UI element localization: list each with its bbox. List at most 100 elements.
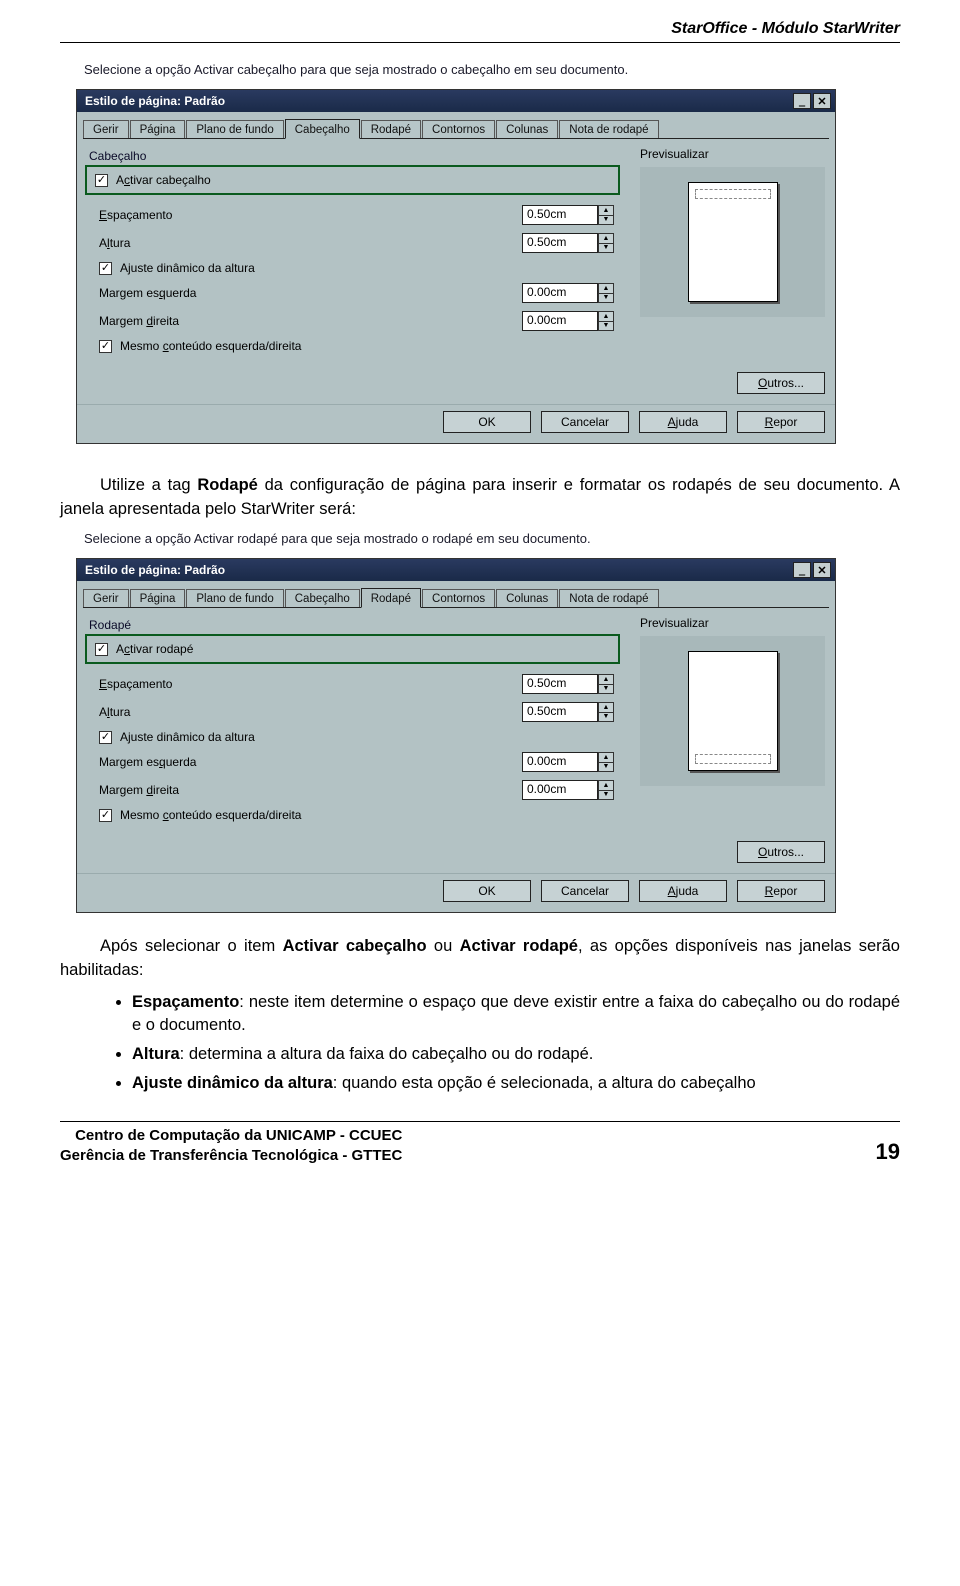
footer-line1: Centro de Computação da UNICAMP - CCUEC: [60, 1126, 402, 1146]
margin-right-value[interactable]: 0.00cm: [522, 780, 598, 800]
cancel-button[interactable]: Cancelar: [541, 880, 629, 902]
spin-down-icon[interactable]: ▼: [598, 791, 614, 801]
help-button[interactable]: Ajuda: [639, 411, 727, 433]
page-header: StarOffice - Módulo StarWriter: [60, 20, 900, 43]
dialog-rodape: Estilo de página: Padrão ‗ ✕ Gerir Págin…: [76, 558, 836, 913]
dialog-cabecalho: Estilo de página: Padrão ‗ ✕ Gerir Págin…: [76, 89, 836, 444]
height-spinner[interactable]: 0.50cm ▲▼: [522, 233, 614, 253]
height-spinner[interactable]: 0.50cm ▲▼: [522, 702, 614, 722]
dynamic-label: Ajuste dinâmico da altura: [120, 261, 614, 275]
tab-contornos[interactable]: Contornos: [422, 120, 495, 138]
spin-up-icon[interactable]: ▲: [598, 780, 614, 791]
margin-left-value[interactable]: 0.00cm: [522, 283, 598, 303]
reset-button[interactable]: Repor: [737, 411, 825, 433]
margin-right-spinner[interactable]: 0.00cm ▲▼: [522, 780, 614, 800]
tab-gerir[interactable]: Gerir: [83, 589, 129, 607]
tab-cabecalho[interactable]: Cabeçalho: [285, 119, 360, 139]
spacing-spinner[interactable]: 0.50cm ▲▼: [522, 205, 614, 225]
tip-rodape: Selecione a opção Activar rodapé para qu…: [84, 530, 900, 548]
tab-plano-fundo[interactable]: Plano de fundo: [186, 120, 283, 138]
spin-up-icon[interactable]: ▲: [598, 674, 614, 685]
ok-button[interactable]: OK: [443, 411, 531, 433]
titlebar: Estilo de página: Padrão ‗ ✕: [77, 90, 835, 112]
spin-down-icon[interactable]: ▼: [598, 322, 614, 332]
spin-down-icon[interactable]: ▼: [598, 244, 614, 254]
tab-cabecalho[interactable]: Cabeçalho: [285, 589, 360, 607]
group-label: Cabeçalho: [89, 149, 618, 163]
tip-cabecalho: Selecione a opção Activar cabeçalho para…: [84, 61, 900, 79]
spacing-value[interactable]: 0.50cm: [522, 205, 598, 225]
tab-rodape[interactable]: Rodapé: [361, 120, 421, 138]
height-label: Altura: [99, 705, 514, 719]
page-number: 19: [876, 1139, 900, 1165]
spin-down-icon[interactable]: ▼: [598, 763, 614, 773]
tab-contornos[interactable]: Contornos: [422, 589, 495, 607]
page-footer: Centro de Computação da UNICAMP - CCUEC …: [60, 1121, 900, 1165]
margin-left-value[interactable]: 0.00cm: [522, 752, 598, 772]
tab-colunas[interactable]: Colunas: [496, 120, 558, 138]
spin-up-icon[interactable]: ▲: [598, 311, 614, 322]
paragraph-pos-selecao: Após selecionar o item Activar cabeçalho…: [60, 935, 900, 983]
margin-left-label: Margem esquerda: [99, 286, 514, 300]
margin-left-label: Margem esquerda: [99, 755, 514, 769]
tab-plano-fundo[interactable]: Plano de fundo: [186, 589, 283, 607]
reset-button[interactable]: Repor: [737, 880, 825, 902]
spin-up-icon[interactable]: ▲: [598, 752, 614, 763]
spacing-label: Espaçamento: [99, 677, 514, 691]
height-label: Altura: [99, 236, 514, 250]
tab-gerir[interactable]: Gerir: [83, 120, 129, 138]
height-value[interactable]: 0.50cm: [522, 702, 598, 722]
tab-rodape[interactable]: Rodapé: [361, 588, 421, 608]
tab-nota-rodape[interactable]: Nota de rodapé: [559, 120, 658, 138]
group-label: Rodapé: [89, 618, 618, 632]
dynamic-checkbox[interactable]: [99, 731, 112, 744]
spacing-value[interactable]: 0.50cm: [522, 674, 598, 694]
dynamic-checkbox[interactable]: [99, 262, 112, 275]
spin-down-icon[interactable]: ▼: [598, 685, 614, 695]
margin-right-spinner[interactable]: 0.00cm ▲▼: [522, 311, 614, 331]
tabrow: Gerir Página Plano de fundo Cabeçalho Ro…: [83, 587, 829, 608]
minimize-button[interactable]: ‗: [793, 562, 811, 578]
margin-right-label: Margem direita: [99, 783, 514, 797]
height-value[interactable]: 0.50cm: [522, 233, 598, 253]
same-content-checkbox[interactable]: [99, 809, 112, 822]
ok-button[interactable]: OK: [443, 880, 531, 902]
spin-down-icon[interactable]: ▼: [598, 713, 614, 723]
help-button[interactable]: Ajuda: [639, 880, 727, 902]
tab-pagina[interactable]: Página: [130, 120, 186, 138]
others-button[interactable]: Outros...: [737, 372, 825, 394]
margin-left-spinner[interactable]: 0.00cm ▲▼: [522, 283, 614, 303]
preview-area: [640, 167, 825, 317]
same-content-checkbox[interactable]: [99, 340, 112, 353]
margin-right-label: Margem direita: [99, 314, 514, 328]
close-button[interactable]: ✕: [813, 562, 831, 578]
tab-nota-rodape[interactable]: Nota de rodapé: [559, 589, 658, 607]
spin-up-icon[interactable]: ▲: [598, 233, 614, 244]
spin-up-icon[interactable]: ▲: [598, 205, 614, 216]
spin-down-icon[interactable]: ▼: [598, 216, 614, 226]
preview-page: [688, 651, 778, 771]
activate-checkbox[interactable]: [95, 643, 108, 656]
close-button[interactable]: ✕: [813, 93, 831, 109]
spacing-spinner[interactable]: 0.50cm ▲▼: [522, 674, 614, 694]
spin-up-icon[interactable]: ▲: [598, 702, 614, 713]
preview-page: [688, 182, 778, 302]
options-list: Espaçamento: neste item determine o espa…: [60, 991, 900, 1095]
margin-right-value[interactable]: 0.00cm: [522, 311, 598, 331]
spin-down-icon[interactable]: ▼: [598, 294, 614, 304]
spin-up-icon[interactable]: ▲: [598, 283, 614, 294]
activate-checkbox[interactable]: [95, 174, 108, 187]
minimize-button[interactable]: ‗: [793, 93, 811, 109]
tab-colunas[interactable]: Colunas: [496, 589, 558, 607]
preview-area: [640, 636, 825, 786]
others-button[interactable]: Outros...: [737, 841, 825, 863]
same-content-label: Mesmo conteúdo esquerda/direita: [120, 808, 614, 822]
tab-pagina[interactable]: Página: [130, 589, 186, 607]
title-text: Estilo de página: Padrão: [85, 563, 225, 577]
titlebar: Estilo de página: Padrão ‗ ✕: [77, 559, 835, 581]
cancel-button[interactable]: Cancelar: [541, 411, 629, 433]
footer-line2: Gerência de Transferência Tecnológica - …: [60, 1146, 402, 1166]
list-item: Altura: determina a altura da faixa do c…: [132, 1043, 900, 1066]
margin-left-spinner[interactable]: 0.00cm ▲▼: [522, 752, 614, 772]
preview-label: Previsualizar: [640, 616, 825, 630]
